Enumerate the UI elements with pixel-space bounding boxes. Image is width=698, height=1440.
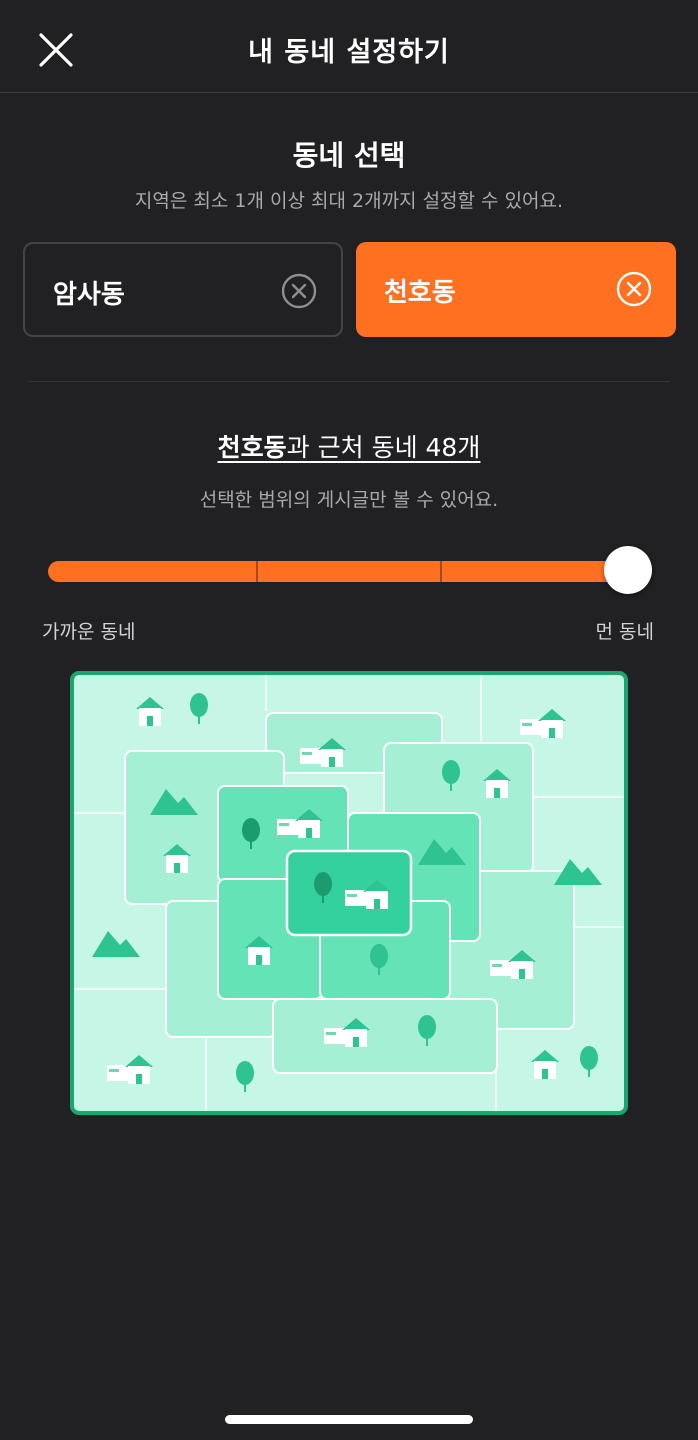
range-title: 천호동과 근처 동네 48개 — [0, 428, 698, 464]
remove-circle-icon[interactable] — [281, 273, 317, 309]
top-bar: 내 동네 설정하기 — [0, 0, 698, 93]
section-subtitle: 지역은 최소 1개 이상 최대 2개까지 설정할 수 있어요. — [134, 190, 564, 212]
remove-circle-icon[interactable] — [616, 271, 652, 307]
slider-tick — [256, 561, 258, 582]
divider — [28, 381, 670, 382]
range-subtitle: 선택한 범위의 게시글만 볼 수 있어요. — [199, 489, 499, 511]
slider-tick — [440, 561, 442, 582]
neighborhood-chip-cheonho[interactable]: 천호동 — [356, 242, 676, 337]
far-label: 먼 동네 — [595, 621, 654, 643]
range-count-text: 과 근처 동네 48개 — [286, 433, 481, 462]
chip-label: 암사동 — [53, 280, 125, 310]
section-title: 동네 선택 — [292, 139, 406, 172]
range-slider-track[interactable] — [48, 561, 638, 582]
page-title: 내 동네 설정하기 — [248, 37, 450, 68]
chip-label: 천호동 — [384, 278, 456, 308]
range-place: 천호동 — [217, 433, 287, 462]
neighborhood-map-illustration — [70, 671, 628, 1115]
neighborhood-chip-amsa[interactable]: 암사동 — [23, 242, 343, 337]
near-label: 가까운 동네 — [42, 621, 136, 643]
home-indicator — [225, 1415, 473, 1424]
range-slider-thumb[interactable] — [604, 546, 652, 594]
